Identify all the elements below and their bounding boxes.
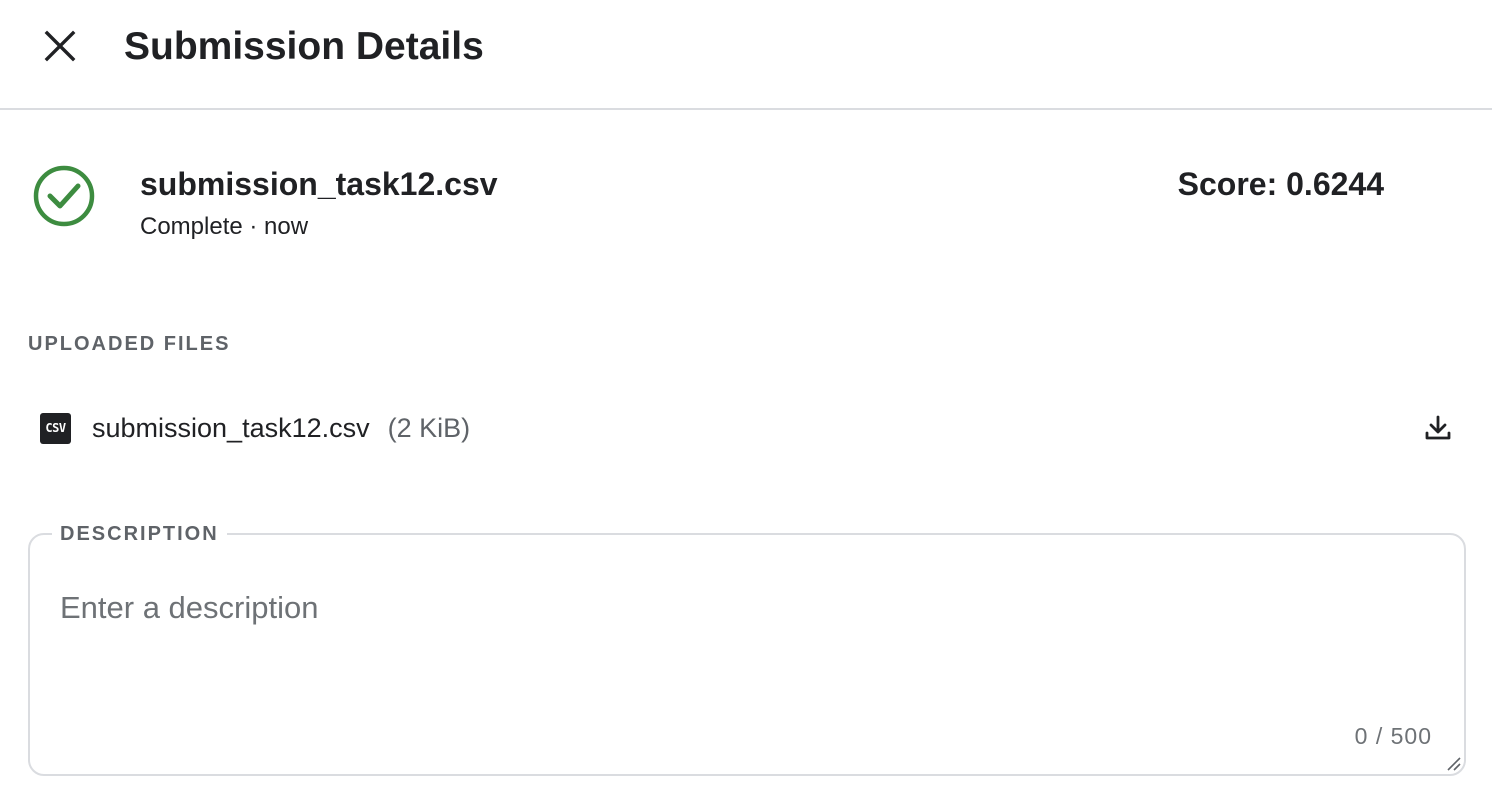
uploaded-files-heading: UPLOADED FILES xyxy=(28,333,231,355)
character-count: 0 / 500 xyxy=(1354,723,1432,749)
download-icon xyxy=(1425,415,1451,440)
csv-file-icon: CSV xyxy=(40,412,71,444)
close-icon xyxy=(44,30,76,62)
description-field: DESCRIPTION 0 / 500 xyxy=(28,522,1466,776)
uploaded-file-name: submission_task12.csv xyxy=(92,413,370,443)
uploaded-file-size: (2 KiB) xyxy=(387,413,471,443)
submission-file-name: submission_task12.csv xyxy=(140,166,498,202)
check-circle-icon xyxy=(33,165,95,227)
submission-score: Score: 0.6244 xyxy=(1177,166,1384,202)
dialog-header: Submission Details xyxy=(0,0,1492,110)
page-title: Submission Details xyxy=(124,25,484,68)
uploaded-file-row: CSV submission_task12.csv (2 KiB) xyxy=(40,404,470,452)
description-input[interactable] xyxy=(60,590,1430,740)
download-button[interactable] xyxy=(1414,404,1462,452)
close-button[interactable] xyxy=(36,22,84,70)
resize-handle-icon[interactable] xyxy=(1444,754,1462,772)
submission-status: Complete · now xyxy=(140,213,309,240)
description-label: DESCRIPTION xyxy=(60,523,219,545)
